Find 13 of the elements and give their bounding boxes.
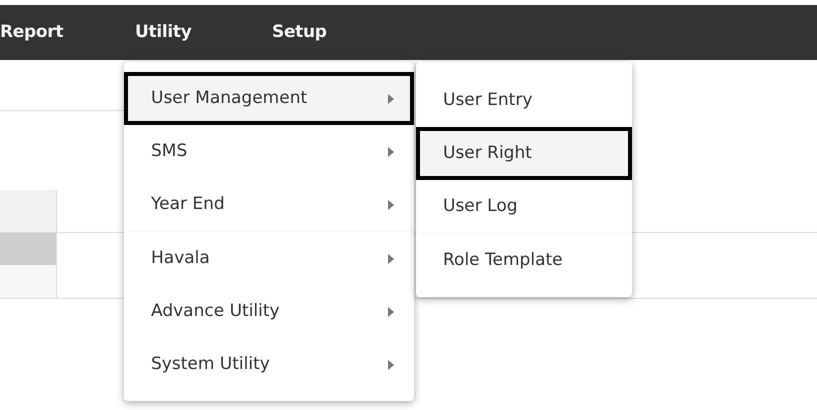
menu-bar-item[interactable]: Report (0, 20, 64, 46)
menu-item[interactable]: User Management (124, 72, 414, 125)
menu-item[interactable]: User Entry (416, 74, 632, 127)
menu-bar-item[interactable]: Setup (272, 20, 327, 46)
menu-item[interactable]: Role Template (416, 234, 632, 287)
menu-item[interactable]: SMS (124, 125, 414, 178)
menu-item[interactable]: User Right (416, 127, 632, 180)
menu-item[interactable]: Year End (124, 178, 414, 231)
menu-bar-item[interactable]: Utility (135, 20, 192, 46)
menu-item[interactable]: User Log (416, 180, 632, 233)
menu-item[interactable]: Havala (124, 232, 414, 285)
menu-item[interactable]: Advance Utility (124, 285, 414, 338)
menu-item[interactable]: System Utility (124, 338, 414, 391)
